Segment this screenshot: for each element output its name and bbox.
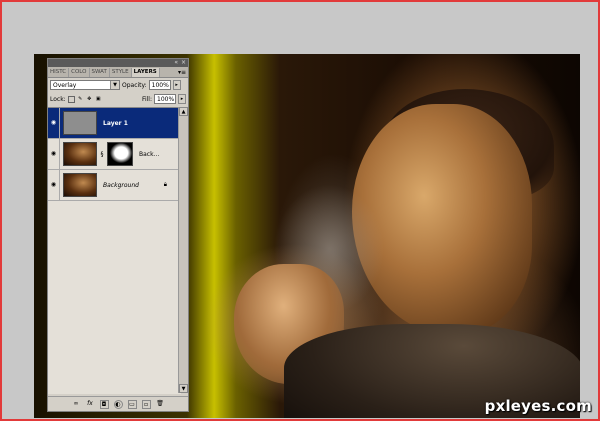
tab-layers[interactable]: LAYERS — [131, 68, 160, 77]
tab-color[interactable]: COLO — [69, 68, 90, 77]
close-icon[interactable]: × — [181, 59, 186, 67]
eye-icon[interactable]: ◉ — [48, 170, 60, 200]
layers-toolbar: ∞ fx ◘ ◐ ▭ ▫ 🗑︎ — [48, 396, 188, 411]
eye-icon[interactable]: ◉ — [48, 139, 60, 169]
panel-tabs: HISTC COLO SWAT STYLE LAYERS ▾≡ — [48, 67, 188, 78]
scroll-down-icon[interactable]: ▼ — [179, 384, 188, 393]
photo-face — [352, 104, 532, 334]
tab-history[interactable]: HISTC — [48, 68, 70, 77]
layer-style-icon[interactable]: fx — [86, 400, 95, 409]
blend-mode-value: Overlay — [53, 82, 77, 89]
layer-mask-thumbnail[interactable] — [107, 142, 133, 166]
opacity-input[interactable]: 100% — [148, 80, 171, 90]
opacity-label: Opacity: — [122, 81, 147, 89]
collapse-icon[interactable]: « — [174, 59, 178, 67]
watermark-logo: pxleyes.com — [484, 397, 592, 415]
panel-menu-icon[interactable]: ▾≡ — [178, 68, 188, 77]
fill-input[interactable]: 100% — [154, 94, 176, 104]
layer-name: Back... — [139, 150, 160, 158]
layers-list: ◉ Layer 1 ◉ § Back... ◉ Background 🔒︎ — [48, 107, 181, 394]
fill-label: Fill: — [141, 95, 152, 103]
trash-icon[interactable]: 🗑︎ — [156, 400, 165, 409]
tab-styles[interactable]: STYLE — [110, 68, 132, 77]
lock-row: Lock: ✎ ✥ ▣ Fill: 100% ▸ — [48, 92, 188, 106]
new-group-icon[interactable]: ▭ — [127, 399, 137, 409]
chevron-down-icon[interactable]: ▼ — [110, 81, 119, 89]
layers-panel: « × HISTC COLO SWAT STYLE LAYERS ▾≡ Over… — [47, 58, 189, 412]
layers-scrollbar[interactable]: ▲ ▼ — [178, 107, 188, 393]
layer-thumbnail — [63, 142, 97, 166]
blend-mode-select[interactable]: Overlay ▼ — [50, 80, 120, 90]
lock-icon: 🔒︎ — [163, 181, 167, 188]
adjustment-layer-icon[interactable]: ◐ — [113, 399, 123, 409]
link-chain-icon[interactable]: § — [99, 151, 105, 158]
eye-icon[interactable]: ◉ — [48, 108, 60, 138]
opacity-slider-button[interactable]: ▸ — [172, 80, 181, 90]
layer-thumbnail — [63, 111, 97, 135]
layer-name: Background — [103, 181, 139, 189]
add-mask-icon[interactable]: ◘ — [99, 399, 109, 409]
lock-position-icon[interactable]: ✥ — [86, 96, 93, 103]
lock-all-icon[interactable]: ▣ — [95, 96, 102, 103]
tab-swatches[interactable]: SWAT — [90, 68, 110, 77]
layer-thumbnail — [63, 173, 97, 197]
fill-slider-button[interactable]: ▸ — [178, 94, 186, 104]
scroll-up-icon[interactable]: ▲ — [179, 107, 188, 116]
lock-label: Lock: — [50, 95, 66, 103]
new-layer-icon[interactable]: ▫ — [141, 399, 151, 409]
lock-pixels-icon[interactable]: ✎ — [77, 96, 84, 103]
lock-transparency-icon[interactable] — [67, 95, 75, 103]
blend-row: Overlay ▼ Opacity: 100% ▸ — [48, 78, 188, 92]
link-layers-icon[interactable]: ∞ — [72, 400, 81, 409]
layer-row-layer-1[interactable]: ◉ Layer 1 — [48, 108, 181, 139]
layer-row-background[interactable]: ◉ Background 🔒︎ — [48, 170, 181, 201]
layer-name: Layer 1 — [103, 119, 128, 127]
layer-row-background-copy[interactable]: ◉ § Back... — [48, 139, 181, 170]
panel-titlebar[interactable]: « × — [48, 59, 188, 67]
